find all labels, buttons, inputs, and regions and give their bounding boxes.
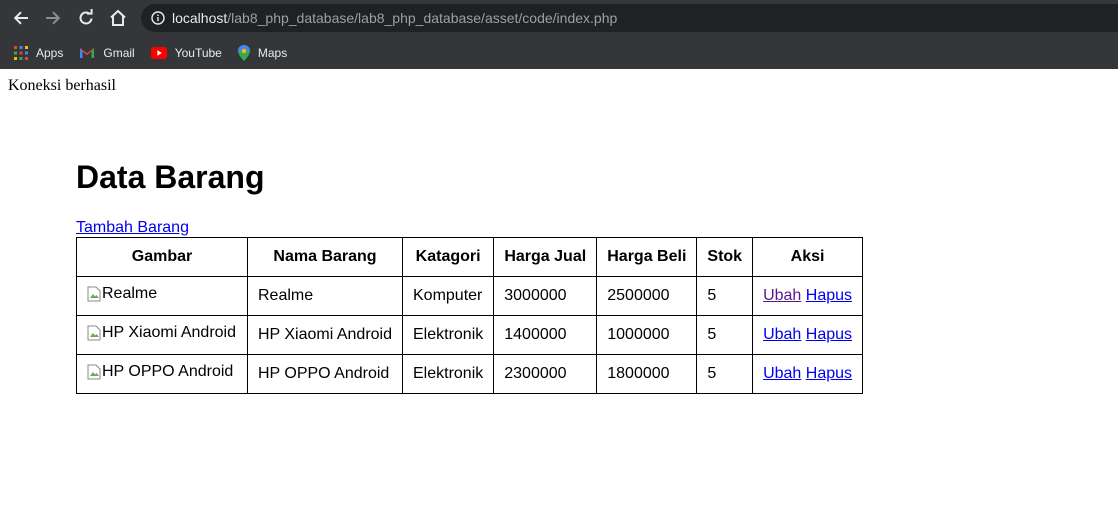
cell-kategori: Elektronik [401,354,495,394]
reload-icon [79,9,93,25]
cell-gambar: Realme [76,276,248,316]
cell-harga-jual: 3000000 [493,276,598,316]
cell-nama: HP OPPO Android [247,354,403,394]
connection-status: Koneksi berhasil [8,77,116,94]
cell-stok: 5 [696,315,754,355]
cell-aksi: Ubah Hapus [752,315,864,355]
edit-link[interactable]: Ubah [763,326,801,343]
cell-kategori: Elektronik [401,315,495,355]
bookmark-apps[interactable]: Apps [14,45,64,60]
url-host: localhost [172,10,228,26]
delete-link[interactable]: Hapus [806,287,852,304]
bookmark-label: Gmail [103,45,135,60]
cell-harga-beli: 2500000 [596,276,698,316]
broken-image-icon [87,325,101,341]
apps-grid-icon [14,45,28,60]
product-image: Realme [87,285,157,303]
main-container: Data Barang Tambah Barang Gambar Nama Ba… [76,159,864,394]
header-nama-barang: Nama Barang [247,237,403,277]
cell-nama: HP Xiaomi Android [247,315,403,355]
arrow-right-icon [46,11,61,25]
maps-icon [237,44,250,61]
bookmarks-bar: Apps Gmail YouTube Maps [0,36,1118,69]
image-alt-text: HP OPPO Android [102,363,234,380]
header-stok: Stok [696,237,754,277]
broken-image-icon [87,364,101,380]
cell-harga-jual: 2300000 [493,354,598,394]
table-row: HP Xiaomi Android HP Xiaomi Android Elek… [76,315,864,355]
bookmark-label: Apps [36,45,64,60]
header-harga-jual: Harga Jual [493,237,598,277]
table-row: HP OPPO Android HP OPPO Android Elektron… [76,354,864,394]
table-header-row: Gambar Nama Barang Katagori Harga Jual H… [76,237,864,277]
browser-toolbar: localhost/lab8_php_database/lab8_php_dat… [0,0,1118,36]
product-image: HP Xiaomi Android [87,324,236,342]
cell-harga-beli: 1800000 [596,354,698,394]
cell-stok: 5 [696,276,754,316]
url-path: /lab8_php_database/lab8_php_database/ass… [227,10,618,26]
page-title: Data Barang [76,159,265,195]
cell-aksi: Ubah Hapus [752,276,864,316]
cell-stok: 5 [696,354,754,394]
edit-link[interactable]: Ubah [763,287,801,304]
youtube-icon [150,46,167,59]
url-text: localhost/lab8_php_database/lab8_php_dat… [172,10,617,26]
info-icon[interactable] [151,11,165,25]
header-aksi: Aksi [752,237,864,277]
bookmark-label: Maps [257,45,288,60]
bookmark-youtube[interactable]: YouTube [150,45,222,60]
page-content: Koneksi berhasil Data Barang Tambah Bara… [0,69,1118,505]
product-image: HP OPPO Android [87,363,233,381]
gmail-icon [79,47,95,59]
forward-button[interactable] [41,6,65,30]
arrow-left-icon [13,11,28,25]
cell-gambar: HP Xiaomi Android [76,315,248,355]
cell-harga-beli: 1000000 [596,315,698,355]
cell-nama: Realme [247,276,403,316]
header-katagori: Katagori [401,237,495,277]
cell-gambar: HP OPPO Android [76,354,248,394]
home-button[interactable] [106,6,130,30]
reload-button[interactable] [74,6,98,30]
bookmark-label: YouTube [174,45,222,60]
broken-image-icon [87,286,101,302]
header-gambar: Gambar [76,237,248,277]
delete-link[interactable]: Hapus [806,326,852,343]
add-item-link[interactable]: Tambah Barang [76,218,863,237]
back-button[interactable] [9,6,33,30]
bookmark-gmail[interactable]: Gmail [79,45,135,60]
image-alt-text: Realme [102,285,158,302]
cell-aksi: Ubah Hapus [752,354,864,394]
header-harga-beli: Harga Beli [596,237,698,277]
home-icon [110,9,126,26]
cell-harga-jual: 1400000 [493,315,598,355]
edit-link[interactable]: Ubah [763,365,801,382]
cell-kategori: Komputer [401,276,495,316]
delete-link[interactable]: Hapus [806,365,852,382]
image-alt-text: HP Xiaomi Android [102,324,236,341]
address-bar[interactable]: localhost/lab8_php_database/lab8_php_dat… [141,4,1118,32]
bookmark-maps[interactable]: Maps [237,44,288,61]
table-row: Realme Realme Komputer 3000000 2500000 5… [76,276,864,316]
items-table: Gambar Nama Barang Katagori Harga Jual H… [76,237,864,394]
